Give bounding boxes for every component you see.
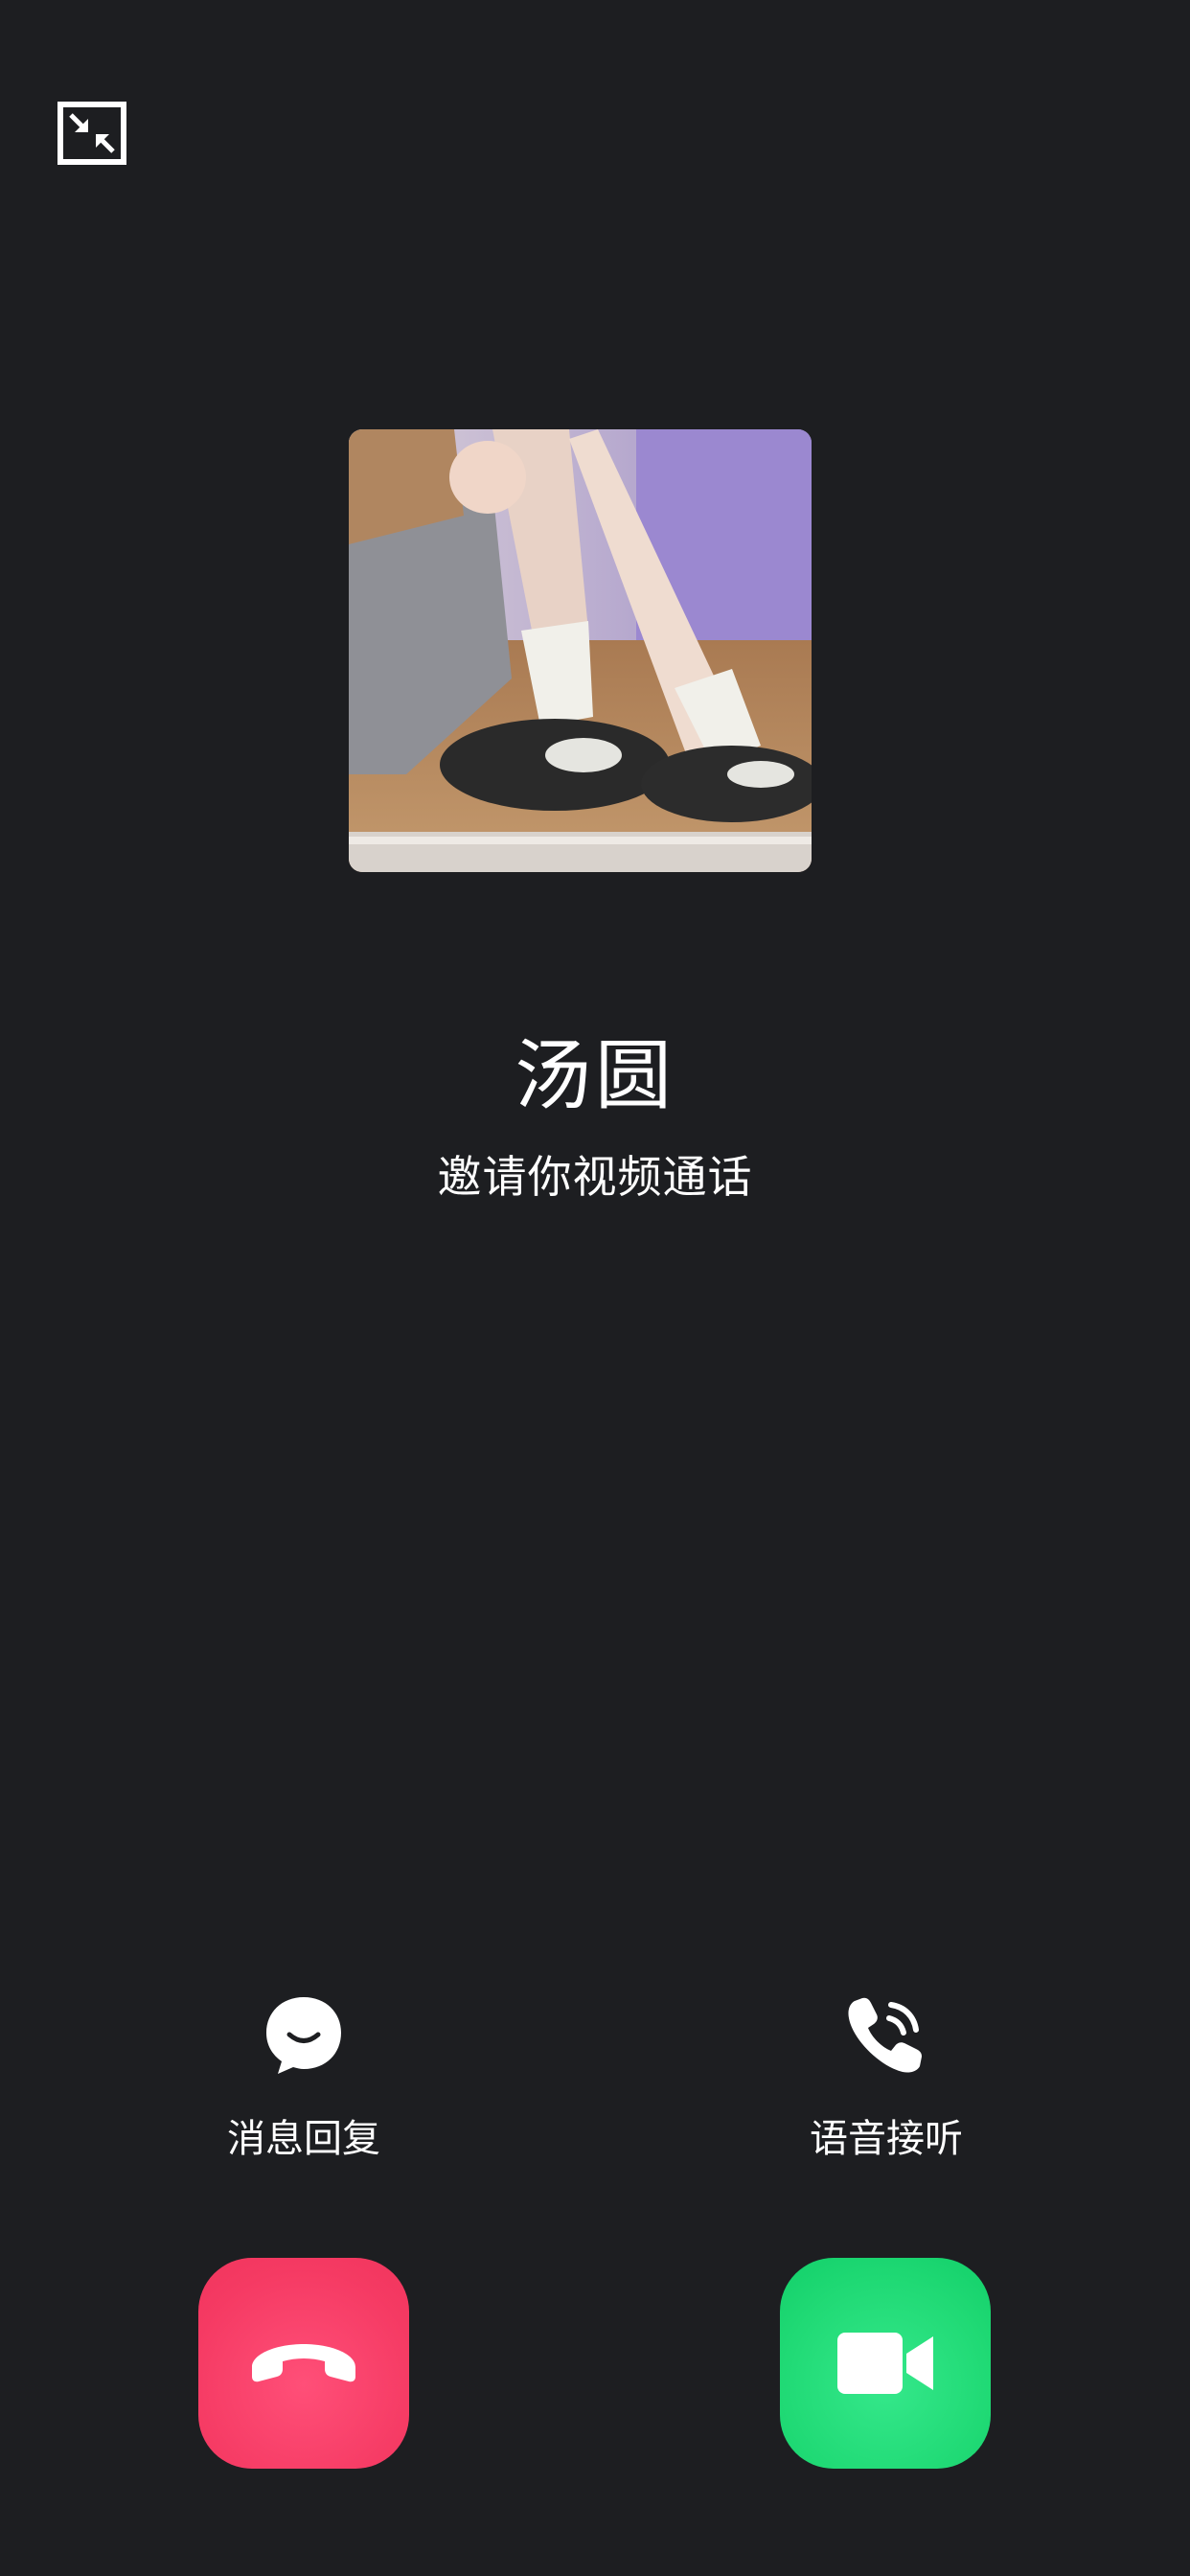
call-status: 邀请你视频通话: [437, 1151, 753, 1203]
reply-message-label: 消息回复: [227, 2117, 380, 2161]
decline-call-button[interactable]: [198, 2258, 409, 2469]
video-camera-icon: [835, 2329, 935, 2398]
caller-avatar: [349, 429, 812, 872]
chat-bubble-icon: [261, 1991, 347, 2078]
caller-name: 汤圆: [515, 1031, 675, 1120]
reply-message-button[interactable]: 消息回复: [160, 1984, 447, 2175]
voice-answer-label: 语音接听: [810, 2117, 963, 2161]
voice-answer-button[interactable]: 语音接听: [743, 1984, 1030, 2175]
accept-video-button[interactable]: [780, 2258, 991, 2469]
hang-up-icon: [246, 2334, 361, 2392]
minimize-window-icon: [57, 102, 126, 165]
phone-ringing-icon: [843, 1991, 929, 2078]
minimize-button[interactable]: [57, 102, 126, 165]
